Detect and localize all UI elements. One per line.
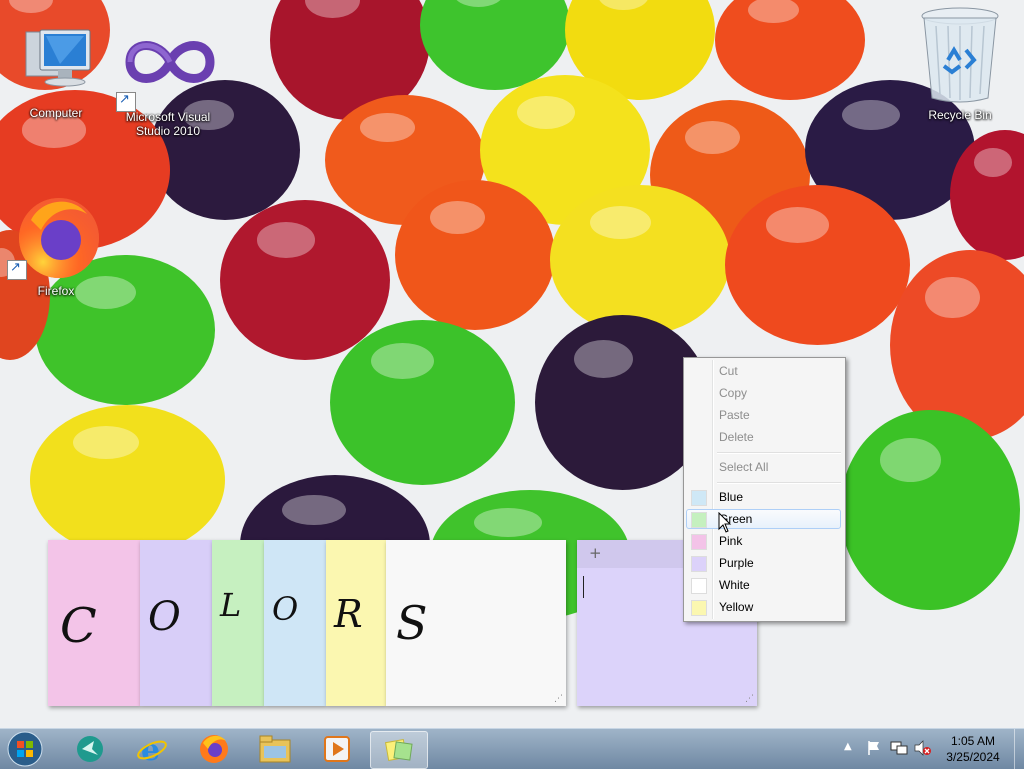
taskbar-media-player-button[interactable]: [310, 731, 366, 767]
menu-item-label: Pink: [719, 534, 743, 548]
menu-item-delete[interactable]: Delete: [686, 427, 843, 447]
menu-item-yellow[interactable]: Yellow: [686, 597, 843, 617]
start-orb-icon: [7, 731, 43, 767]
app-icon: [77, 736, 103, 762]
desktop-icon-visual-studio[interactable]: Microsoft Visual Studio 2010: [116, 32, 216, 138]
show-desktop-button[interactable]: [1014, 729, 1024, 769]
note-text: O: [272, 590, 299, 628]
taskbar-firefox-button[interactable]: [186, 731, 242, 767]
candy-decoration: [715, 0, 865, 100]
menu-item-label: Blue: [719, 490, 744, 504]
candy-decoration: [220, 200, 390, 360]
menu-item-label: Copy: [719, 386, 748, 400]
action-center-flag-icon[interactable]: [866, 740, 882, 756]
firefox-icon: [200, 735, 228, 763]
shortcut-arrow-icon: [7, 259, 27, 280]
color-swatch: [691, 578, 707, 594]
network-icon[interactable]: [890, 740, 908, 756]
menu-item-label: Yellow: [719, 600, 754, 614]
media-player-icon: [324, 736, 350, 762]
color-swatch: [691, 534, 707, 550]
menu-item-cut[interactable]: Cut: [686, 361, 843, 381]
menu-item-label: Paste: [719, 408, 750, 422]
note-text: S: [396, 596, 428, 650]
candy-decoration: [30, 405, 225, 555]
text-cursor: [583, 576, 584, 598]
windows-explorer-icon: [259, 735, 291, 763]
note-text: L: [220, 586, 242, 624]
menu-item-label: Select All: [719, 460, 769, 474]
desktop-icon-label: Computer: [29, 106, 83, 120]
menu-item-purple[interactable]: Purple: [686, 553, 843, 573]
menu-item-label: White: [719, 578, 750, 592]
note-text: O: [148, 594, 181, 640]
menu-item-select-all[interactable]: Select All: [686, 457, 843, 477]
resize-grip-icon[interactable]: ⋰: [554, 694, 563, 704]
menu-item-label: Delete: [719, 430, 754, 444]
sticky-note[interactable]: R: [326, 540, 386, 706]
add-note-button[interactable]: +: [589, 544, 602, 562]
sticky-note[interactable]: O: [264, 540, 326, 706]
mouse-cursor-icon: [718, 512, 732, 533]
desktop-icon-computer[interactable]: Computer: [8, 28, 104, 120]
desktop-icon-label: Microsoft Visual Studio 2010: [125, 110, 211, 138]
sticky-note[interactable]: C: [48, 540, 140, 706]
menu-item-label: Purple: [719, 556, 754, 570]
taskbar-app-button[interactable]: [62, 731, 118, 767]
note-text: R: [334, 592, 363, 636]
shortcut-arrow-icon: [116, 91, 136, 112]
menu-item-green[interactable]: Green: [686, 509, 841, 529]
note-text: C: [60, 598, 97, 654]
firefox-icon: [7, 190, 101, 282]
color-swatch: [691, 490, 707, 506]
menu-item-label: Cut: [719, 364, 738, 378]
color-swatch: [691, 600, 707, 616]
desktop-icon-recycle-bin[interactable]: Recycle Bin: [912, 6, 1008, 122]
taskbar: e ▲ 1:05 AM 3/25/2024: [0, 728, 1024, 769]
candy-decoration: [395, 180, 555, 330]
volume-muted-icon[interactable]: [914, 740, 932, 756]
sticky-note[interactable]: S ⋰: [386, 540, 566, 706]
sticky-note[interactable]: L: [212, 540, 264, 706]
desktop-icon-label: Firefox: [37, 284, 75, 298]
color-swatch: [691, 556, 707, 572]
internet-explorer-icon: e: [137, 733, 167, 765]
clock-date[interactable]: 3/25/2024: [938, 750, 1008, 764]
desktop-icon-label: Recycle Bin: [928, 108, 992, 122]
candy-decoration: [840, 410, 1020, 610]
resize-grip-icon[interactable]: ⋰: [745, 694, 754, 704]
menu-item-paste[interactable]: Paste: [686, 405, 843, 425]
candy-decoration: [725, 185, 910, 345]
candy-decoration: [550, 185, 730, 335]
candy-decoration: [330, 320, 515, 485]
taskbar-internet-explorer-button[interactable]: e: [124, 731, 180, 767]
menu-separator: [717, 452, 841, 454]
color-swatch: [691, 512, 707, 528]
menu-item-white[interactable]: White: [686, 575, 843, 595]
visual-studio-icon: [116, 32, 220, 112]
start-button[interactable]: [6, 730, 46, 768]
clock-time[interactable]: 1:05 AM: [938, 734, 1008, 748]
taskbar-windows-explorer-button[interactable]: [248, 731, 304, 767]
sticky-note[interactable]: O: [140, 540, 212, 706]
menu-item-copy[interactable]: Copy: [686, 383, 843, 403]
taskbar-sticky-notes-button[interactable]: [370, 731, 428, 769]
computer-icon: [20, 28, 92, 104]
desktop-icon-firefox[interactable]: Firefox: [7, 190, 104, 298]
sticky-notes-icon: [384, 738, 413, 762]
menu-item-blue[interactable]: Blue: [686, 487, 843, 507]
recycle-bin-icon: [920, 6, 1000, 106]
context-menu: Cut Copy Paste Delete Select All Blue Gr…: [683, 357, 846, 622]
menu-separator: [717, 482, 841, 484]
show-hidden-icons-button[interactable]: ▲: [844, 741, 856, 755]
menu-item-pink[interactable]: Pink: [686, 531, 843, 551]
